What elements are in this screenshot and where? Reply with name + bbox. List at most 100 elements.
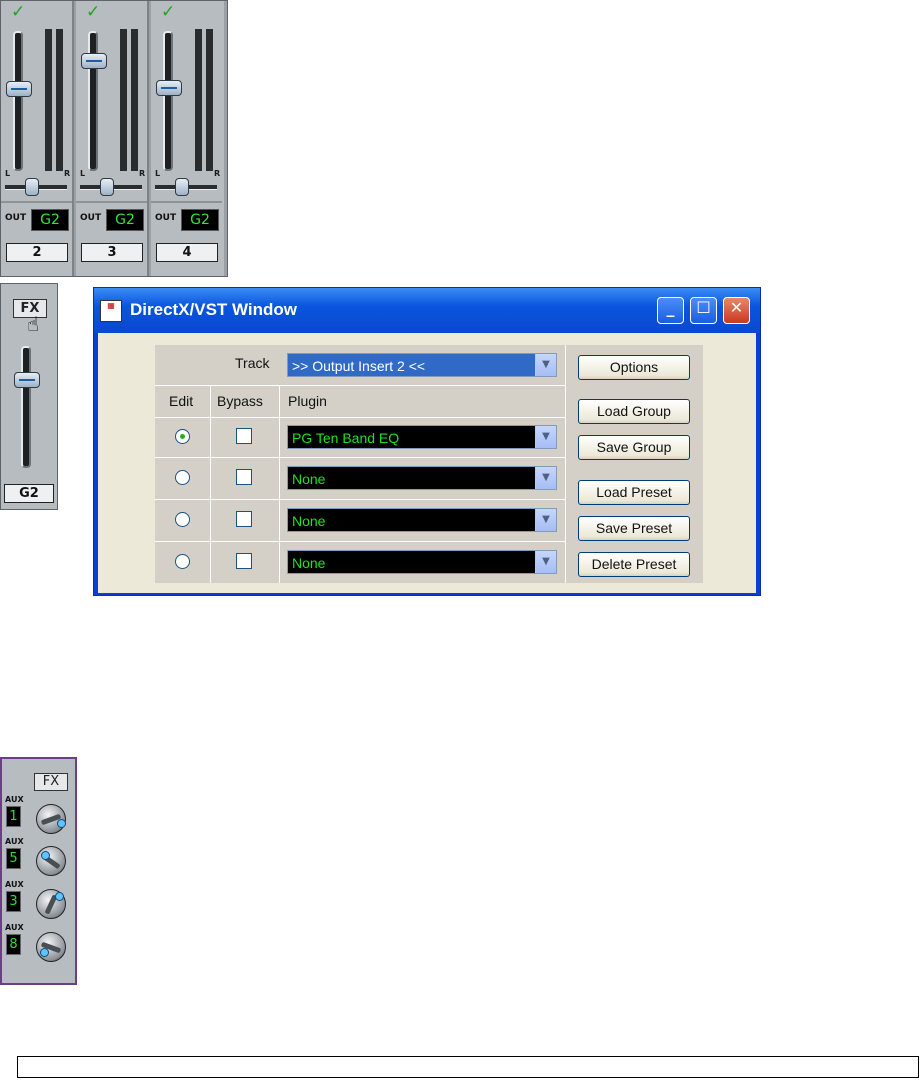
pan-left-label: L [155, 169, 161, 178]
strip-number: 3 [81, 243, 143, 262]
output-selector[interactable]: G2 [31, 209, 69, 231]
chevron-down-icon[interactable]: ▼ [535, 509, 556, 531]
level-meter-left [195, 29, 202, 171]
level-meter-right [56, 29, 63, 171]
pan-left-label: L [5, 169, 11, 178]
close-button[interactable]: ✕ [723, 297, 750, 324]
mixer-strip-3: ✓ L R OUT G2 3 [76, 1, 149, 276]
maximize-button[interactable]: ☐ [690, 297, 717, 324]
strip-number: 2 [6, 243, 68, 262]
aux-send-knob[interactable] [36, 846, 66, 876]
pan-slider-knob[interactable] [175, 178, 189, 196]
bypass-checkbox-3[interactable] [236, 511, 252, 527]
plugin-value-4: None [292, 555, 326, 571]
chevron-down-icon[interactable]: ▼ [535, 354, 556, 376]
maximize-icon: ☐ [696, 298, 711, 317]
save-preset-button[interactable]: Save Preset [578, 516, 690, 541]
minimize-icon: _ [666, 298, 675, 317]
edit-radio-3[interactable] [175, 512, 190, 527]
aux-strip: FX AUX 1 AUX 5 AUX 3 AUX 8 [0, 757, 77, 985]
pan-slider-knob[interactable] [100, 178, 114, 196]
volume-fader-track [13, 31, 23, 171]
edit-radio-4[interactable] [175, 554, 190, 569]
aux-send-knob[interactable] [36, 932, 66, 962]
bypass-checkbox-1[interactable] [236, 428, 252, 444]
track-value: >> Output Insert 2 << [292, 358, 426, 374]
save-group-button[interactable]: Save Group [578, 435, 690, 460]
divider [1, 201, 72, 203]
plugin-dropdown-1[interactable]: PG Ten Band EQ ▼ [287, 425, 557, 449]
close-icon: ✕ [729, 298, 744, 317]
minimize-button[interactable]: _ [657, 297, 684, 324]
aux-label: AUX [5, 795, 24, 804]
mixer-strips: ✓ L R OUT G2 2 ✓ L R OUT G2 3 ✓ L R OUT … [0, 0, 228, 277]
divider [155, 541, 565, 542]
pan-right-label: R [214, 169, 221, 178]
group-label: G2 [4, 484, 54, 503]
volume-fader-knob[interactable] [156, 80, 182, 96]
level-meter-right [206, 29, 213, 171]
checkmark-icon[interactable]: ✓ [11, 4, 25, 21]
divider [210, 385, 211, 583]
bypass-checkbox-4[interactable] [236, 553, 252, 569]
aux-label: AUX [5, 837, 24, 846]
volume-fader-knob[interactable] [6, 81, 32, 97]
chevron-down-icon[interactable]: ▼ [535, 426, 556, 448]
level-meter-right [131, 29, 138, 171]
plugin-dropdown-2[interactable]: None ▼ [287, 466, 557, 490]
window-title: DirectX/VST Window [130, 300, 298, 319]
directx-vst-window: ▦ DirectX/VST Window _ ☐ ✕ Track >> Outp… [93, 287, 761, 596]
divider [155, 385, 565, 386]
pan-right-label: R [139, 169, 146, 178]
bypass-column-header: Bypass [217, 393, 263, 409]
edit-column-header: Edit [169, 393, 194, 409]
edit-radio-1[interactable] [175, 429, 190, 444]
output-selector[interactable]: G2 [181, 209, 219, 231]
delete-preset-button[interactable]: Delete Preset [578, 552, 690, 577]
options-button[interactable]: Options [578, 355, 690, 380]
plugin-dropdown-3[interactable]: None ▼ [287, 508, 557, 532]
volume-fader-knob[interactable] [81, 53, 107, 69]
divider [155, 499, 565, 500]
pan-slider-knob[interactable] [25, 178, 39, 196]
output-label: OUT [155, 213, 177, 223]
aux-label: AUX [5, 923, 24, 932]
bypass-checkbox-2[interactable] [236, 469, 252, 485]
plugin-dropdown-4[interactable]: None ▼ [287, 550, 557, 574]
aux-fx-button[interactable]: FX [34, 773, 68, 791]
output-label: OUT [5, 213, 27, 223]
aux-send-number[interactable]: 3 [6, 891, 21, 912]
aux-send-knob[interactable] [36, 804, 66, 834]
edit-radio-2[interactable] [175, 470, 190, 485]
aux-send-number[interactable]: 5 [6, 848, 21, 869]
title-bar[interactable]: ▦ DirectX/VST Window _ ☐ ✕ [94, 288, 760, 333]
window-client: Track >> Output Insert 2 << ▼ Edit Bypas… [98, 333, 756, 593]
load-preset-button[interactable]: Load Preset [578, 480, 690, 505]
output-label: OUT [80, 213, 102, 223]
mixer-strip-4: ✓ L R OUT G2 4 [151, 1, 224, 276]
divider [279, 385, 280, 583]
app-icon: ▦ [100, 300, 122, 322]
aux-send-number[interactable]: 1 [6, 806, 21, 827]
fx-fader-knob[interactable] [14, 372, 40, 388]
track-dropdown[interactable]: >> Output Insert 2 << ▼ [287, 353, 557, 377]
output-selector[interactable]: G2 [106, 209, 144, 231]
aux-label: AUX [5, 880, 24, 889]
divider [151, 201, 222, 203]
volume-fader-track [163, 31, 173, 171]
fx-strip: FX ☝ G2 [0, 283, 58, 510]
level-meter-left [45, 29, 52, 171]
aux-send-number[interactable]: 8 [6, 934, 21, 955]
checkmark-icon[interactable]: ✓ [161, 4, 175, 21]
aux-send-knob[interactable] [36, 889, 66, 919]
pan-left-label: L [80, 169, 86, 178]
volume-fader-track [88, 31, 98, 171]
chevron-down-icon[interactable]: ▼ [535, 551, 556, 573]
checkmark-icon[interactable]: ✓ [86, 4, 100, 21]
level-meter-left [120, 29, 127, 171]
divider [155, 457, 565, 458]
chevron-down-icon[interactable]: ▼ [535, 467, 556, 489]
plugin-value-3: None [292, 513, 326, 529]
plugin-panel: Track >> Output Insert 2 << ▼ Edit Bypas… [155, 345, 703, 583]
load-group-button[interactable]: Load Group [578, 399, 690, 424]
